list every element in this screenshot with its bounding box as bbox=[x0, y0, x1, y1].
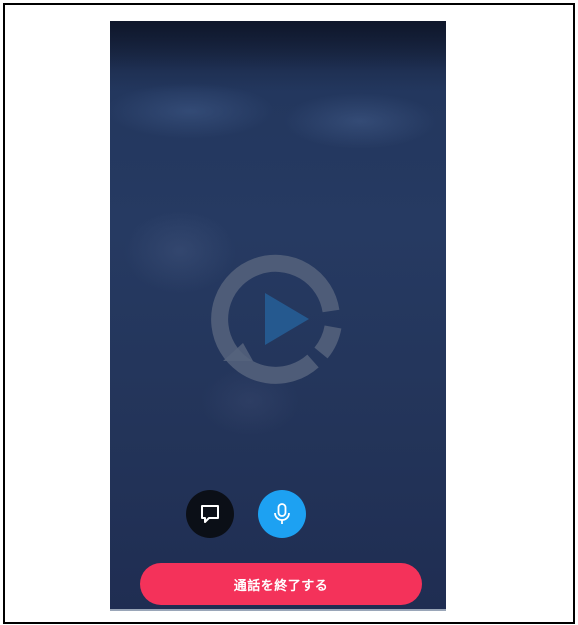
chat-button[interactable] bbox=[186, 490, 234, 538]
screenshot-frame: 通話を終了する bbox=[3, 3, 575, 624]
status-bar-shade bbox=[110, 21, 446, 71]
end-call-button[interactable]: 通話を終了する bbox=[140, 563, 422, 605]
play-logo-icon bbox=[211, 254, 342, 384]
microphone-button[interactable] bbox=[258, 490, 306, 538]
call-screen: 通話を終了する bbox=[110, 21, 446, 611]
microphone-icon bbox=[274, 503, 290, 524]
chat-bubble-icon bbox=[201, 505, 219, 523]
bottom-divider bbox=[110, 609, 446, 611]
